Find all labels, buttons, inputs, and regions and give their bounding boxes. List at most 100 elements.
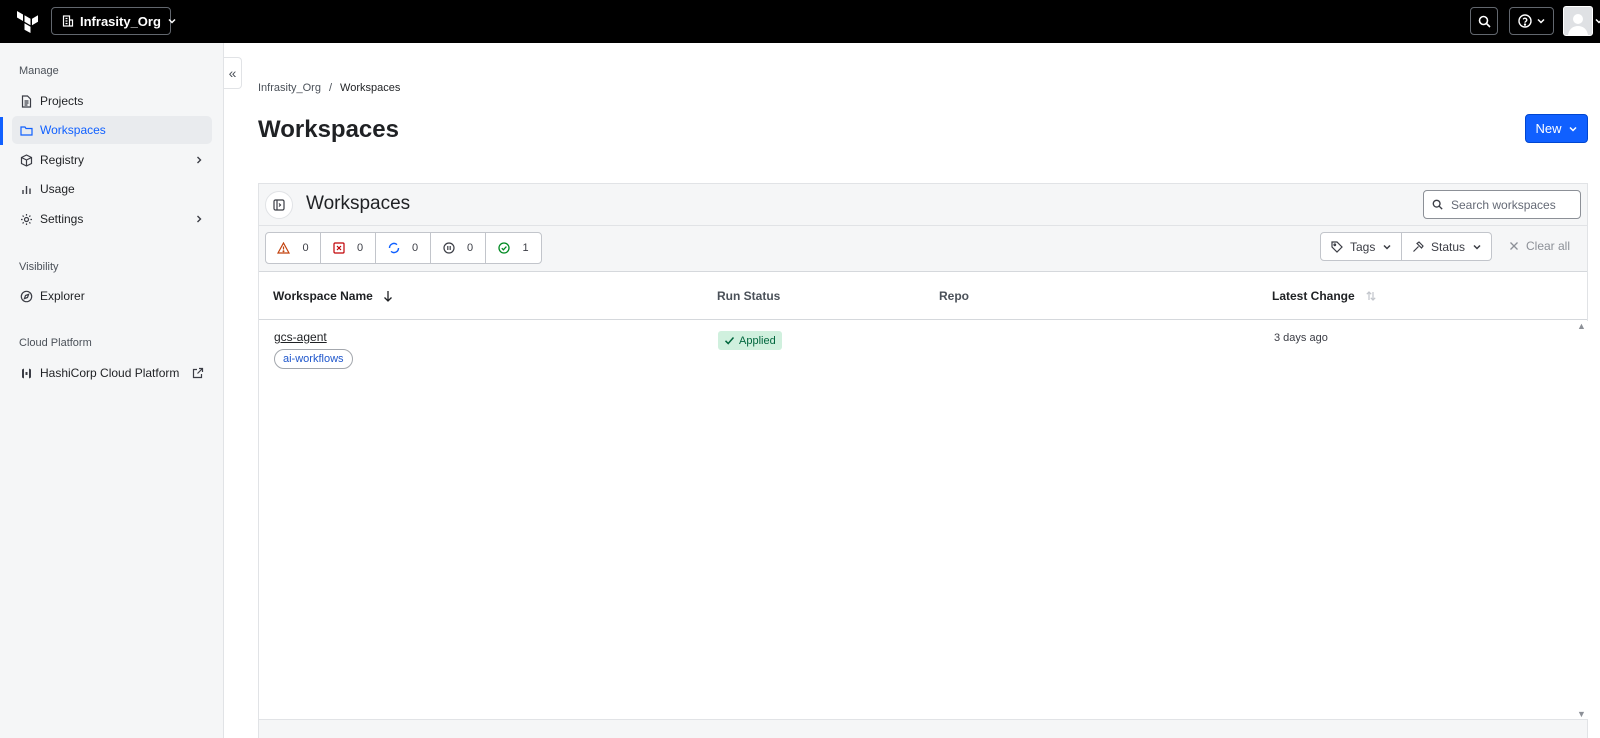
sidebar-item-label: Projects: [40, 94, 84, 108]
help-menu-button[interactable]: [1509, 7, 1554, 35]
column-header-workspace-name[interactable]: Workspace Name: [273, 289, 393, 303]
double-chevron-left-icon: «: [228, 65, 237, 81]
status-count: 0: [466, 242, 474, 254]
panel-header: Workspaces: [259, 184, 1587, 226]
status-count: 0: [356, 242, 364, 254]
hammer-icon: [1412, 240, 1424, 253]
column-label: Latest Change: [1272, 289, 1355, 303]
chevron-down-icon: [1472, 242, 1482, 252]
active-indicator: [0, 117, 3, 145]
status-filter-dropdown[interactable]: Status: [1402, 232, 1492, 261]
hcp-icon: [20, 367, 33, 380]
search-workspaces-field[interactable]: [1423, 190, 1581, 219]
status-filter-label: Status: [1431, 239, 1466, 254]
tags-filter-dropdown[interactable]: Tags: [1320, 232, 1402, 261]
column-header-repo: Repo: [939, 289, 969, 303]
sidebar-item-label: Workspaces: [40, 123, 106, 137]
scroll-up-arrow-icon[interactable]: ▲: [1577, 321, 1586, 331]
run-status-badge: Applied: [718, 331, 782, 350]
folder-icon: [20, 124, 33, 137]
column-label: Workspace Name: [273, 289, 373, 303]
toggle-panel-button[interactable]: [265, 191, 293, 219]
org-switcher[interactable]: Infrasity_Org: [51, 7, 176, 35]
user-menu-button[interactable]: [1563, 6, 1600, 36]
paused-icon: [443, 242, 455, 254]
column-label: Run Status: [717, 289, 781, 303]
search-workspaces-input[interactable]: [1451, 197, 1571, 212]
status-filter-success[interactable]: 1: [486, 233, 541, 263]
building-icon: [62, 15, 74, 27]
run-status-label: Applied: [739, 334, 776, 347]
status-filter-running[interactable]: 0: [376, 233, 431, 263]
sidebar-section-manage: Manage: [19, 65, 59, 77]
top-bar: Infrasity_Org: [0, 0, 1600, 43]
chevron-down-icon: [1536, 16, 1546, 26]
new-button[interactable]: New: [1525, 114, 1588, 143]
gear-icon: [20, 213, 33, 226]
breadcrumb: Infrasity_Org / Workspaces: [258, 82, 400, 94]
terraform-logo-icon[interactable]: [16, 9, 40, 33]
sidebar-section-cloud-platform: Cloud Platform: [19, 337, 92, 349]
chevron-down-icon: [167, 16, 177, 26]
sidebar-item-workspaces[interactable]: Workspaces: [12, 116, 212, 144]
sidebar-section-visibility: Visibility: [19, 261, 59, 273]
scroll-down-arrow-icon[interactable]: ▼: [1577, 709, 1586, 719]
status-filter-errored[interactable]: 0: [321, 233, 376, 263]
sidebar-item-usage[interactable]: Usage: [12, 175, 212, 203]
status-filter-paused[interactable]: 0: [431, 233, 486, 263]
external-link-icon: [192, 367, 204, 379]
page-title: Workspaces: [258, 116, 399, 143]
status-count-filters: 0 0 0 0 1: [265, 232, 542, 264]
table-pagination-footer: [259, 719, 1587, 738]
collapse-sidebar-button[interactable]: «: [224, 57, 242, 89]
chevron-down-icon: [1568, 124, 1578, 134]
sidebar-item-label: Usage: [40, 182, 75, 196]
tag-icon: [1331, 240, 1343, 253]
sidebar: Manage Projects Workspaces Registry Usag…: [0, 43, 224, 738]
box-icon: [20, 153, 33, 167]
chevron-right-icon: [194, 155, 204, 165]
sidebar-item-hcp[interactable]: HashiCorp Cloud Platform: [12, 359, 212, 387]
running-icon: [388, 242, 400, 254]
clear-all-label: Clear all: [1526, 239, 1571, 253]
column-label: Repo: [939, 289, 969, 303]
sidebar-item-registry[interactable]: Registry: [12, 146, 212, 174]
sidebar-item-explorer[interactable]: Explorer: [12, 282, 212, 310]
tags-filter-label: Tags: [1350, 239, 1376, 254]
user-avatar-icon: [1563, 6, 1593, 36]
breadcrumb-separator: /: [328, 82, 333, 94]
sidebar-item-settings[interactable]: Settings: [12, 205, 212, 233]
help-icon: [1517, 14, 1532, 28]
sidebar-item-label: HashiCorp Cloud Platform: [40, 366, 180, 380]
workspace-name-link[interactable]: gcs-agent: [274, 330, 327, 344]
search-icon: [1478, 15, 1491, 28]
search-button[interactable]: [1470, 7, 1498, 35]
breadcrumb-org-link[interactable]: Infrasity_Org: [258, 82, 321, 94]
sort-unsorted-icon: [1365, 290, 1377, 302]
status-filter-warning[interactable]: 0: [266, 233, 321, 263]
file-text-icon: [20, 94, 33, 108]
sidebar-toggle-icon: [273, 199, 285, 211]
status-count: 0: [411, 242, 419, 254]
column-header-run-status: Run Status: [717, 289, 780, 303]
close-icon: [1509, 241, 1519, 251]
org-name: Infrasity_Org: [80, 13, 161, 29]
sidebar-item-label: Registry: [40, 153, 85, 167]
workspace-tag[interactable]: ai-workflows: [274, 349, 353, 369]
table-scrollbar[interactable]: ▲ ▼: [1574, 321, 1589, 719]
check-icon: [724, 335, 735, 346]
table-header: Workspace Name Run Status Repo Latest Ch…: [259, 272, 1587, 320]
clear-all-button[interactable]: Clear all: [1509, 239, 1570, 253]
sort-descending-icon: [383, 290, 393, 302]
sidebar-item-label: Settings: [40, 212, 84, 226]
error-icon: [333, 242, 345, 254]
table-row: gcs-agent ai-workflows Applied 3 days ag…: [259, 321, 1577, 377]
column-header-latest-change[interactable]: Latest Change: [1272, 289, 1377, 303]
panel-title: Workspaces: [306, 193, 411, 214]
sidebar-item-projects[interactable]: Projects: [12, 87, 212, 115]
chevron-right-icon: [194, 214, 204, 224]
latest-change-value: 3 days ago: [1274, 332, 1328, 344]
breadcrumb-current: Workspaces: [340, 82, 401, 94]
search-icon: [1432, 199, 1443, 210]
compass-icon: [20, 290, 33, 303]
